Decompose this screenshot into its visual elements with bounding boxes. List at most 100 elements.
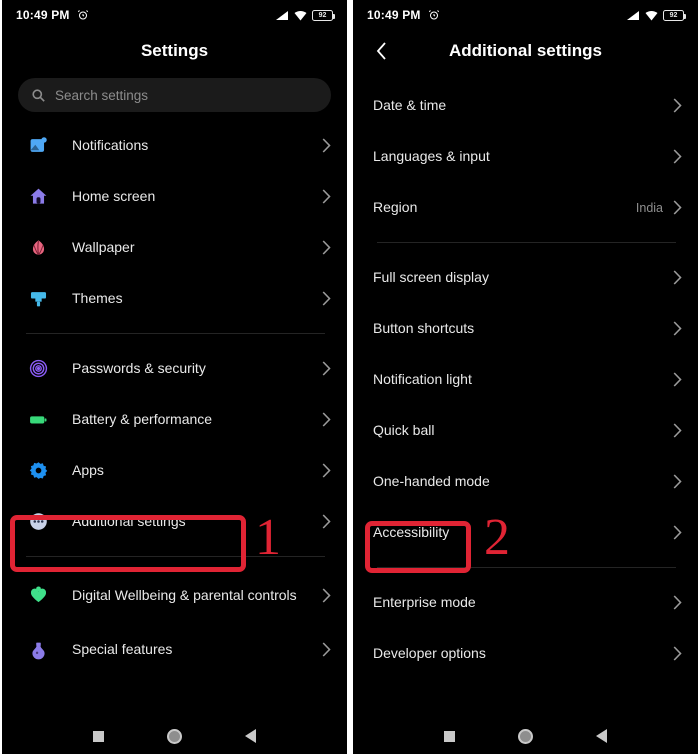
- status-bar-left: 10:49 PM 92: [2, 0, 347, 30]
- annotation-number-1: 1: [255, 509, 281, 566]
- paintbrush-icon: [24, 289, 52, 308]
- search-input[interactable]: Search settings: [18, 78, 331, 112]
- settings-list-item-label: Battery & performance: [72, 411, 213, 428]
- chevron-right-icon: [673, 474, 682, 489]
- settings-list-item[interactable]: Battery & performance: [2, 394, 347, 445]
- gear-icon: [24, 461, 52, 480]
- additional-settings-item-label: One-handed mode: [373, 473, 490, 490]
- settings-list-item-label: Wallpaper: [72, 239, 135, 256]
- potion-icon: [24, 640, 52, 660]
- back-button[interactable]: [371, 41, 391, 61]
- fingerprint-icon: [24, 359, 52, 378]
- chevron-right-icon: [673, 525, 682, 540]
- settings-list-item[interactable]: Apps: [2, 445, 347, 496]
- battery-level: 92: [669, 11, 678, 19]
- search-icon: [32, 88, 45, 102]
- settings-list-item-label: Apps: [72, 462, 104, 479]
- settings-list-item-label: Home screen: [72, 188, 156, 205]
- status-bar-right: 10:49 PM 92: [353, 0, 698, 30]
- alarm-clock-icon: [428, 9, 440, 21]
- additional-settings-title-bar: Additional settings: [353, 30, 698, 72]
- chevron-right-icon: [322, 291, 331, 306]
- chevron-right-icon: [322, 240, 331, 255]
- additional-settings-item-label: Notification light: [373, 371, 472, 388]
- status-bar-right-group-2: 92: [626, 9, 686, 21]
- settings-list-item[interactable]: Special features: [2, 624, 347, 675]
- chevron-right-icon: [673, 200, 682, 215]
- chevron-right-icon: [673, 98, 682, 113]
- additional-settings-item-label: Developer options: [373, 645, 486, 662]
- back-triangle-icon[interactable]: [595, 729, 607, 743]
- screenshot-root: 10:49 PM 92 Settings Search settings Not…: [0, 0, 700, 754]
- home-icon: [24, 187, 52, 206]
- wifi-icon: [294, 10, 307, 21]
- status-time: 10:49 PM: [16, 8, 70, 22]
- chevron-right-icon: [322, 463, 331, 478]
- additional-settings-item[interactable]: Full screen display: [353, 252, 698, 303]
- settings-list-item-label: Notifications: [72, 137, 149, 154]
- additional-settings-item[interactable]: Quick ball: [353, 405, 698, 456]
- settings-list-item-label: Special features: [72, 641, 173, 658]
- list-divider: [26, 333, 325, 334]
- settings-title-bar: Settings: [2, 30, 347, 72]
- additional-settings-item[interactable]: One-handed mode: [353, 456, 698, 507]
- page-title: Settings: [140, 41, 209, 60]
- additional-settings-item-label: Button shortcuts: [373, 320, 475, 337]
- chevron-right-icon: [673, 595, 682, 610]
- chevron-right-icon: [322, 642, 331, 657]
- additional-settings-item[interactable]: Notification light: [353, 354, 698, 405]
- additional-settings-item-label: Languages & input: [373, 148, 490, 165]
- status-bar-left-group: 10:49 PM: [16, 8, 89, 22]
- back-triangle-icon[interactable]: [244, 729, 256, 743]
- additional-settings-screen: 10:49 PM 92 Additional settings Date & t…: [353, 0, 698, 754]
- alarm-clock-icon: [77, 9, 89, 21]
- chevron-right-icon: [673, 646, 682, 661]
- signal-bars-icon: [275, 10, 289, 21]
- additional-settings-item[interactable]: Languages & input: [353, 131, 698, 182]
- settings-list-item[interactable]: Digital Wellbeing & parental controls: [2, 566, 347, 624]
- settings-list-item[interactable]: Home screen: [2, 171, 347, 222]
- battery-icon: [24, 410, 52, 429]
- list-divider: [377, 567, 676, 568]
- additional-settings-item-label: Date & time: [373, 97, 447, 114]
- chevron-right-icon: [322, 514, 331, 529]
- additional-settings-item-label: Full screen display: [373, 269, 489, 286]
- additional-settings-item[interactable]: Enterprise mode: [353, 577, 698, 628]
- additional-settings-item[interactable]: Region India: [353, 182, 698, 233]
- notifications-icon: [24, 136, 52, 155]
- flower-icon: [24, 238, 52, 257]
- additional-settings-list: Date & time Languages & input Region India F…: [353, 72, 698, 679]
- signal-bars-icon: [626, 10, 640, 21]
- chevron-right-icon: [673, 423, 682, 438]
- search-container: Search settings: [2, 72, 347, 112]
- status-time: 10:49 PM: [367, 8, 421, 22]
- status-bar-right-group: 92: [275, 9, 335, 21]
- settings-list-item[interactable]: Passwords & security: [2, 343, 347, 394]
- settings-list-item-label: Digital Wellbeing & parental controls: [72, 586, 297, 603]
- settings-list: Notifications Home screen Wallpaper Themes P…: [2, 112, 347, 675]
- chevron-right-icon: [322, 189, 331, 204]
- annotation-number-2: 2: [484, 509, 510, 566]
- chevron-right-icon: [673, 149, 682, 164]
- settings-list-item[interactable]: Additional settings: [2, 496, 347, 547]
- battery-level: 92: [318, 11, 327, 19]
- settings-list-item-label: Additional settings: [72, 513, 186, 530]
- additional-settings-item-label: Quick ball: [373, 422, 435, 439]
- settings-list-item-label: Passwords & security: [72, 360, 206, 377]
- additional-settings-item-value: India: [635, 200, 663, 215]
- additional-settings-item[interactable]: Button shortcuts: [353, 303, 698, 354]
- chevron-right-icon: [673, 372, 682, 387]
- settings-list-item[interactable]: Notifications: [2, 120, 347, 171]
- wifi-icon: [645, 10, 658, 21]
- recents-square-icon[interactable]: [93, 730, 105, 742]
- settings-list-item[interactable]: Wallpaper: [2, 222, 347, 273]
- recents-square-icon[interactable]: [444, 730, 456, 742]
- home-circle-icon[interactable]: [166, 728, 182, 744]
- home-circle-icon[interactable]: [517, 728, 533, 744]
- search-placeholder: Search settings: [55, 87, 149, 103]
- additional-settings-item[interactable]: Accessibility: [353, 507, 698, 558]
- additional-settings-item[interactable]: Date & time: [353, 80, 698, 131]
- settings-list-item[interactable]: Themes: [2, 273, 347, 324]
- additional-settings-item[interactable]: Developer options: [353, 628, 698, 679]
- page-title: Additional settings: [449, 41, 602, 60]
